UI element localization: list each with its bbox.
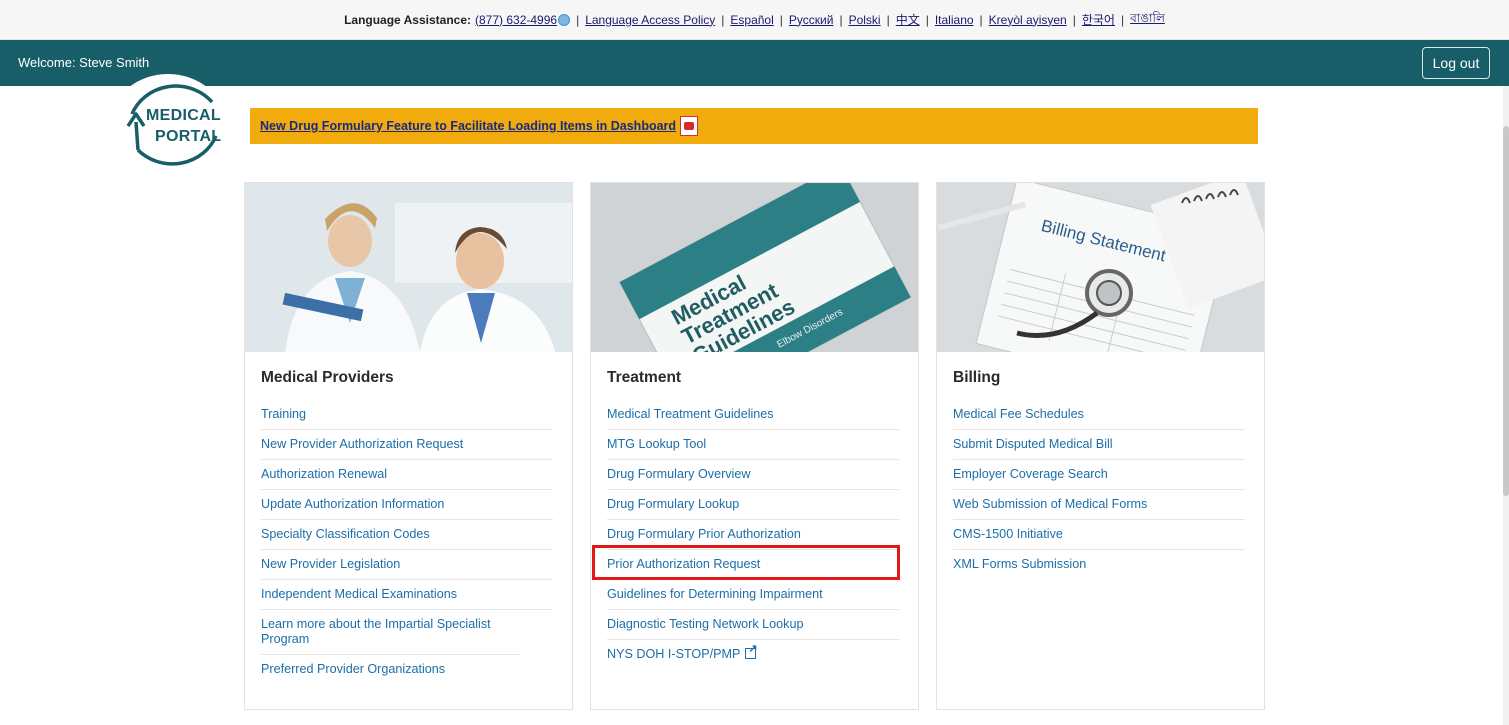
- link-impartial-specialist-program[interactable]: Learn more about the Impartial Specialis…: [261, 610, 521, 655]
- announcement-link[interactable]: New Drug Formulary Feature to Facilitate…: [260, 119, 676, 133]
- billing-links: Medical Fee Schedules Submit Disputed Me…: [953, 400, 1245, 579]
- link-update-authorization-information[interactable]: Update Authorization Information: [261, 490, 553, 520]
- lang-link-bengali[interactable]: বাঙালি: [1130, 10, 1165, 30]
- top-header: Welcome: Steve Smith Log out: [0, 40, 1509, 86]
- lang-link-spanish[interactable]: Español: [730, 13, 773, 27]
- pdf-icon[interactable]: [680, 116, 699, 136]
- link-mtg-lookup-tool[interactable]: MTG Lookup Tool: [607, 430, 899, 460]
- treatment-guidelines-image: Medical Treatment Guidelines Elbow Disor…: [591, 183, 918, 352]
- link-authorization-renewal[interactable]: Authorization Renewal: [261, 460, 553, 490]
- link-diagnostic-testing-network-lookup[interactable]: Diagnostic Testing Network Lookup: [607, 610, 899, 640]
- page-scrollbar[interactable]: [1503, 86, 1509, 725]
- link-web-submission-medical-forms[interactable]: Web Submission of Medical Forms: [953, 490, 1245, 520]
- link-independent-medical-examinations[interactable]: Independent Medical Examinations: [261, 580, 553, 610]
- lang-link-polish[interactable]: Polski: [849, 13, 881, 27]
- logo-text-portal: PORTAL: [155, 128, 222, 145]
- scrollbar-thumb[interactable]: [1503, 126, 1509, 496]
- card-title-medical-providers: Medical Providers: [261, 369, 394, 386]
- language-assistance-label: Language Assistance:: [344, 12, 471, 27]
- link-medical-treatment-guidelines[interactable]: Medical Treatment Guidelines: [607, 400, 899, 430]
- link-training[interactable]: Training: [261, 400, 553, 430]
- link-guidelines-determining-impairment[interactable]: Guidelines for Determining Impairment: [607, 580, 899, 610]
- medical-portal-logo[interactable]: MEDICAL PORTAL: [112, 74, 224, 168]
- globe-icon: [558, 13, 571, 26]
- link-cms-1500-initiative[interactable]: CMS-1500 Initiative: [953, 520, 1245, 550]
- card-title-treatment: Treatment: [607, 369, 682, 386]
- link-drug-formulary-prior-authorization[interactable]: Drug Formulary Prior Authorization: [607, 520, 899, 550]
- lang-link-korean[interactable]: 한국어: [1082, 11, 1115, 28]
- card-billing: Billing Statement Billing Medical Fee Sc…: [936, 182, 1265, 710]
- link-submit-disputed-medical-bill[interactable]: Submit Disputed Medical Bill: [953, 430, 1245, 460]
- language-phone-link[interactable]: (877) 632-4996: [475, 13, 557, 27]
- link-employer-coverage-search[interactable]: Employer Coverage Search: [953, 460, 1245, 490]
- language-bar: Language Assistance: (877) 632-4996 | La…: [0, 0, 1509, 40]
- card-medical-providers: Medical Providers Training New Provider …: [244, 182, 573, 710]
- welcome-text: Welcome: Steve Smith: [18, 55, 150, 70]
- external-link-icon: [745, 642, 758, 659]
- language-access-policy-link[interactable]: Language Access Policy: [585, 13, 715, 27]
- billing-statement-image: Billing Statement: [937, 183, 1264, 352]
- link-new-provider-legislation[interactable]: New Provider Legislation: [261, 550, 553, 580]
- announcement-banner: New Drug Formulary Feature to Facilitate…: [250, 108, 1258, 144]
- link-medical-fee-schedules[interactable]: Medical Fee Schedules: [953, 400, 1245, 430]
- card-treatment: Medical Treatment Guidelines Elbow Disor…: [590, 182, 919, 710]
- link-prior-authorization-request[interactable]: Prior Authorization Request: [607, 550, 899, 580]
- card-title-billing: Billing: [953, 369, 1001, 386]
- link-specialty-classification-codes[interactable]: Specialty Classification Codes: [261, 520, 553, 550]
- lang-link-italian[interactable]: Italiano: [935, 13, 974, 27]
- link-nys-doh-istop-pmp-label: NYS DOH I-STOP/PMP: [607, 647, 741, 661]
- link-nys-doh-istop-pmp[interactable]: NYS DOH I-STOP/PMP: [607, 640, 899, 669]
- logout-button[interactable]: Log out: [1422, 47, 1490, 79]
- lang-link-chinese[interactable]: 中文: [896, 11, 920, 28]
- logo-text-medical: MEDICAL: [146, 107, 221, 124]
- lang-link-russian[interactable]: Русский: [789, 13, 834, 27]
- medical-providers-links: Training New Provider Authorization Requ…: [261, 400, 553, 684]
- treatment-links: Medical Treatment Guidelines MTG Lookup …: [607, 400, 899, 669]
- lang-link-haitian-creole[interactable]: Kreyòl ayisyen: [989, 13, 1067, 27]
- medical-providers-image: [245, 183, 572, 352]
- link-preferred-provider-organizations[interactable]: Preferred Provider Organizations: [261, 655, 553, 684]
- link-drug-formulary-overview[interactable]: Drug Formulary Overview: [607, 460, 899, 490]
- link-xml-forms-submission[interactable]: XML Forms Submission: [953, 550, 1245, 579]
- link-new-provider-authorization-request[interactable]: New Provider Authorization Request: [261, 430, 553, 460]
- link-drug-formulary-lookup[interactable]: Drug Formulary Lookup: [607, 490, 899, 520]
